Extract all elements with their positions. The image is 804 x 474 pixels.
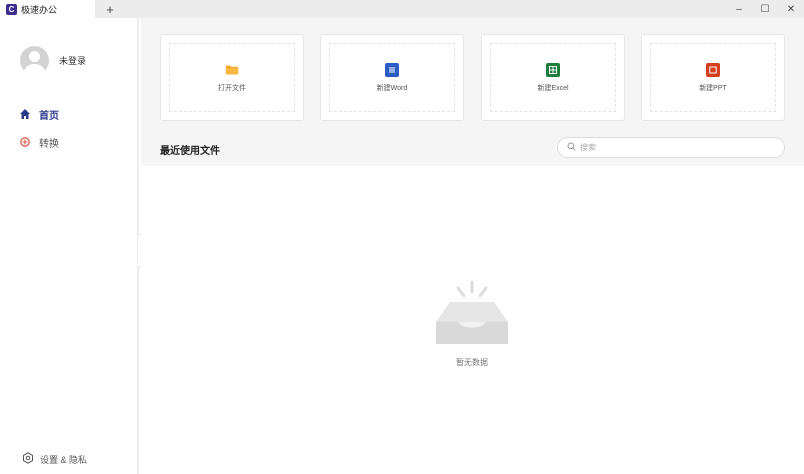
empty-state: 暂无数据: [431, 280, 513, 368]
card-inner: 新建Excel: [490, 43, 616, 112]
sidebar-nav: 首页 转换: [18, 107, 59, 163]
app-tab[interactable]: C 极速办公: [0, 0, 95, 18]
tab-title: 极速办公: [21, 4, 58, 15]
card-label: 打开文件: [218, 84, 246, 92]
quick-actions-area: 打开文件 新建Word 新建Excel 新建PPT 最近使用文件 搜索: [141, 18, 804, 166]
user-profile[interactable]: 未登录: [20, 46, 86, 75]
empty-state-text: 暂无数据: [456, 358, 488, 367]
convert-icon: [18, 136, 31, 149]
main-content: 打开文件 新建Word 新建Excel 新建PPT 最近使用文件 搜索 暂无数据: [141, 18, 804, 474]
title-bar: C 极速办公 + – ☐ ✕: [0, 0, 804, 18]
recent-files-title: 最近使用文件: [160, 146, 220, 157]
card-label: 新建Excel: [537, 84, 569, 92]
ppt-icon: [706, 62, 720, 77]
sidebar-item-label: 转换: [39, 138, 59, 150]
settings-privacy-button[interactable]: 设置 & 隐私: [22, 452, 87, 466]
card-inner: 新建PPT: [650, 43, 776, 112]
excel-icon: [546, 62, 560, 77]
search-icon: [567, 142, 576, 154]
home-icon: [18, 108, 31, 121]
new-word-card[interactable]: 新建Word: [320, 34, 464, 121]
card-inner: 新建Word: [329, 43, 455, 112]
empty-inbox-icon: [434, 280, 510, 347]
card-label: 新建Word: [376, 84, 408, 92]
word-icon: [385, 62, 399, 77]
card-label: 新建PPT: [699, 84, 727, 92]
app-logo-icon: C: [6, 3, 17, 15]
window-controls: – ☐ ✕: [726, 0, 804, 18]
user-name[interactable]: 未登录: [59, 54, 86, 67]
card-inner: 打开文件: [169, 43, 295, 112]
new-excel-card[interactable]: 新建Excel: [481, 34, 625, 121]
maximize-button[interactable]: ☐: [752, 0, 778, 18]
new-ppt-card[interactable]: 新建PPT: [641, 34, 785, 121]
close-button[interactable]: ✕: [778, 0, 804, 18]
settings-label: 设置 & 隐私: [40, 454, 88, 465]
search-input[interactable]: [580, 143, 770, 152]
avatar[interactable]: [20, 46, 49, 75]
open-file-card[interactable]: 打开文件: [160, 34, 304, 121]
sidebar-item-convert[interactable]: 转换: [18, 135, 59, 150]
minimize-button[interactable]: –: [726, 0, 752, 18]
folder-icon: [225, 63, 239, 77]
search-box[interactable]: [557, 137, 785, 158]
new-tab-button[interactable]: +: [99, 0, 121, 18]
sidebar-item-home[interactable]: 首页: [18, 107, 59, 122]
sidebar-item-label: 首页: [39, 110, 59, 122]
sidebar: 未登录 首页 转换 设置 & 隐私: [0, 18, 139, 474]
gear-icon: [22, 452, 34, 466]
